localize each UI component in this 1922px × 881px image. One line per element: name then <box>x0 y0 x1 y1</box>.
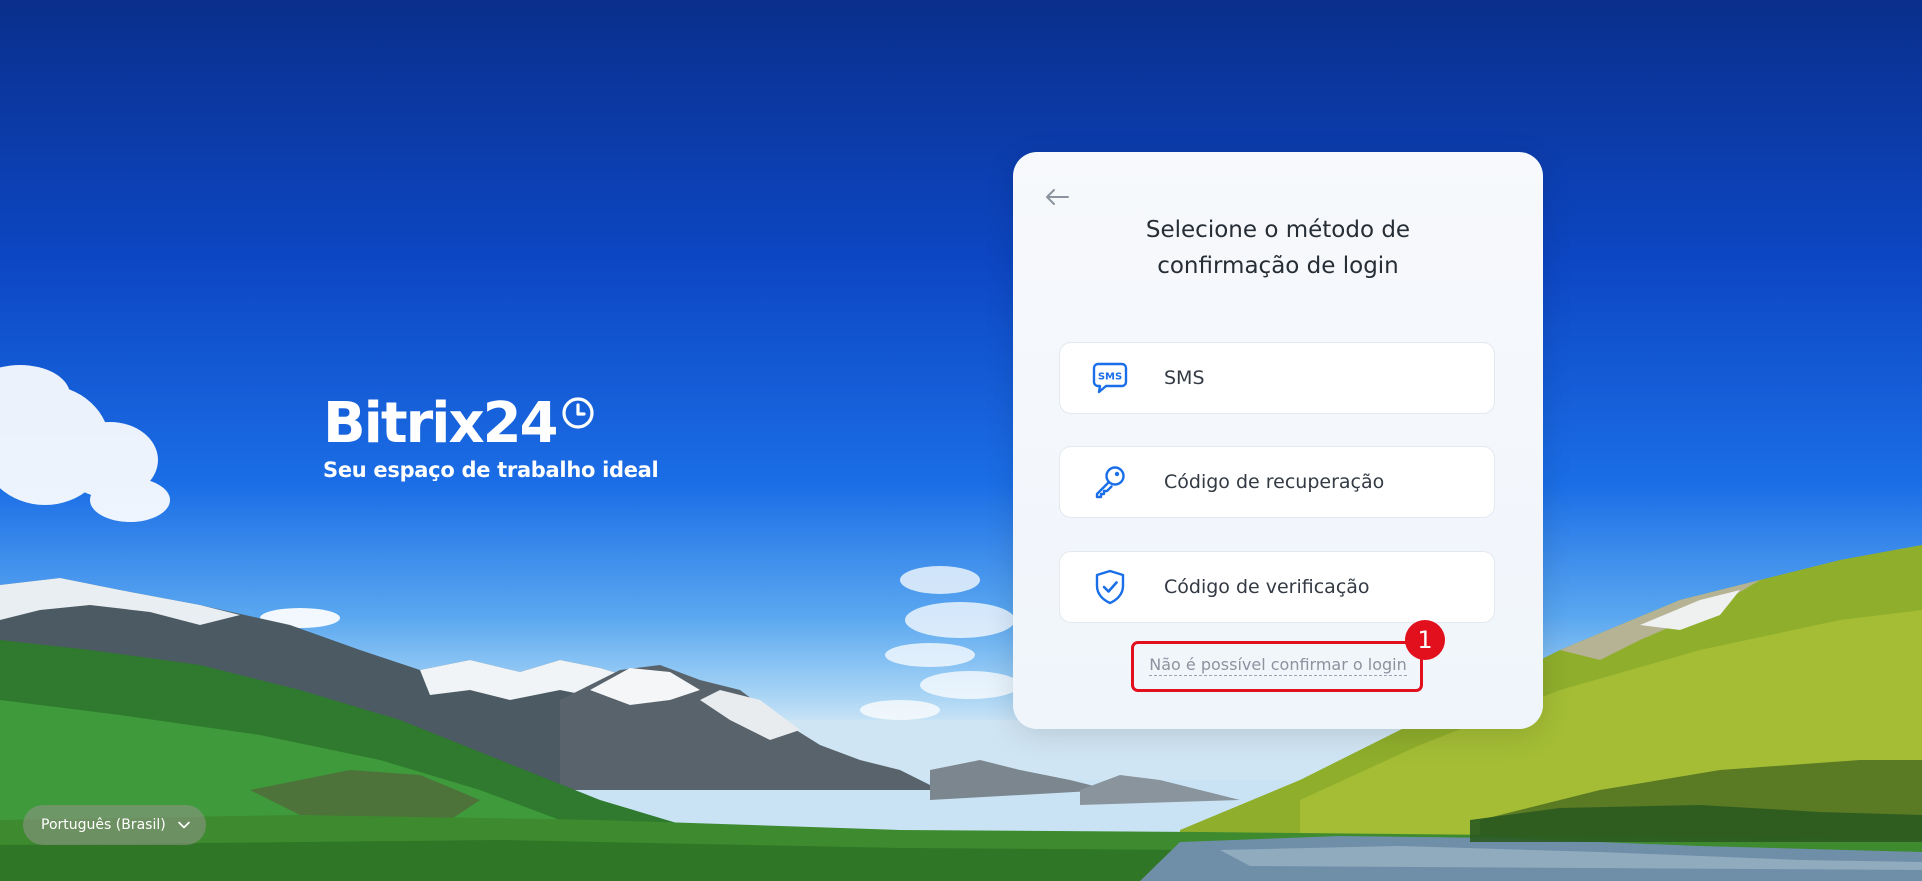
method-sms-label: SMS <box>1164 367 1205 389</box>
dialog-title: Selecione o método de confirmação de log… <box>1073 212 1483 284</box>
language-selector-value: Português (Brasil) <box>41 817 166 833</box>
shield-check-icon <box>1090 567 1130 607</box>
method-recovery-code-button[interactable]: Código de recuperação <box>1059 446 1495 518</box>
language-selector[interactable]: Português (Brasil) <box>23 805 206 845</box>
annotation-highlight-box <box>1131 641 1423 692</box>
brand-name: Bitrix24 <box>323 391 559 456</box>
dialog-title-line1: Selecione o método de <box>1145 217 1411 243</box>
arrow-left-icon <box>1046 189 1069 205</box>
brand-tagline: Seu espaço de trabalho ideal <box>323 458 659 482</box>
key-icon <box>1090 462 1130 502</box>
method-verification-code-button[interactable]: Código de verificação <box>1059 551 1495 623</box>
sms-icon: SMS <box>1090 358 1130 398</box>
annotation-step-badge: 1 <box>1405 620 1445 660</box>
method-verification-code-label: Código de verificação <box>1164 576 1370 598</box>
chevron-down-icon <box>177 821 190 829</box>
method-recovery-code-label: Código de recuperação <box>1164 471 1385 493</box>
clock-icon <box>561 397 594 429</box>
svg-text:SMS: SMS <box>1098 372 1122 383</box>
brand-block: Bitrix24 Seu espaço de trabalho ideal <box>323 392 659 483</box>
back-button[interactable] <box>1042 182 1072 212</box>
login-page: Bitrix24 Seu espaço de trabalho ideal Se… <box>0 0 1922 881</box>
method-sms-button[interactable]: SMS SMS <box>1059 342 1495 414</box>
bitrix24-logo: Bitrix24 <box>323 392 658 456</box>
landscape-background <box>0 365 1922 881</box>
dialog-title-line2: confirmação de login <box>1157 253 1399 279</box>
